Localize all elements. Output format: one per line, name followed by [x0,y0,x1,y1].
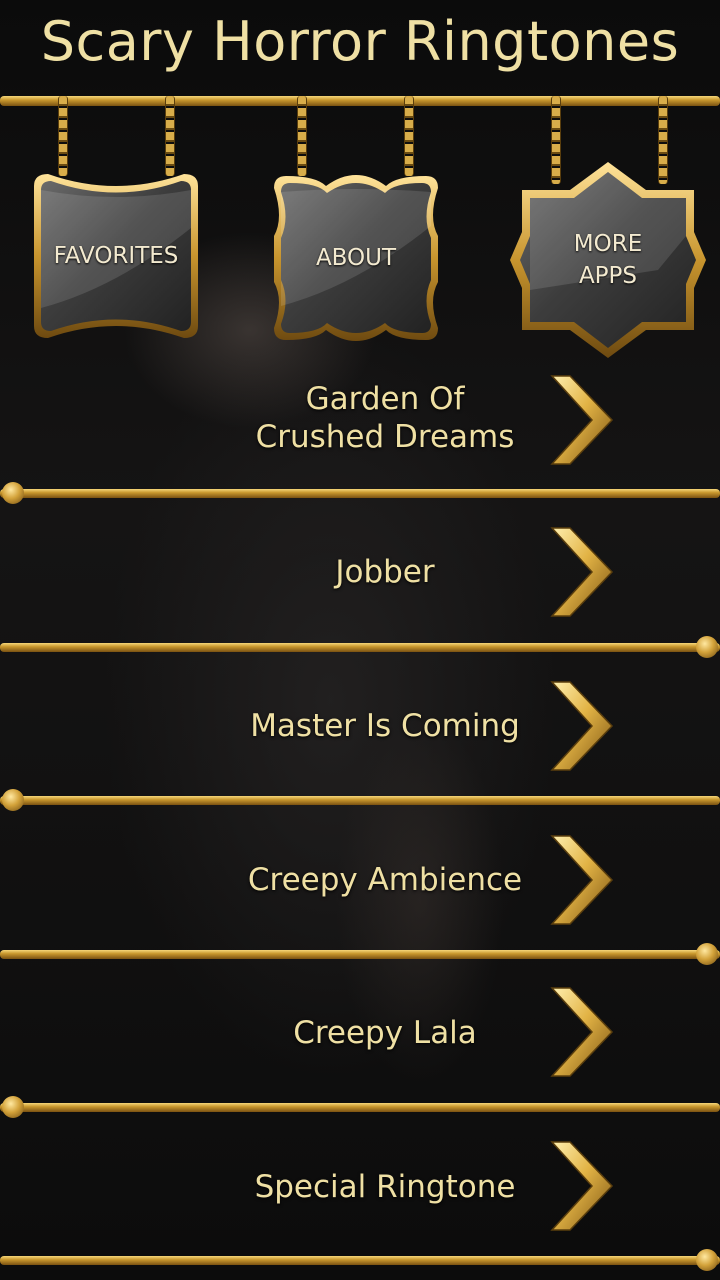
more-apps-label-line2: APPS [578,263,638,289]
chevron-right-icon[interactable] [548,524,614,620]
more-apps-label-line1: MORE [573,231,643,257]
divider-rail [0,789,720,811]
chevron-right-icon[interactable] [548,832,614,928]
chevron-right-icon[interactable] [548,372,614,468]
divider-rail [0,1096,720,1118]
favorites-button[interactable]: FAVORITES [26,168,206,344]
top-rail [0,96,720,106]
ringtone-title: Garden Of Crushed Dreams [255,381,515,455]
ringtone-title: Jobber [335,554,435,590]
divider-rail [0,482,720,504]
about-label: ABOUT [315,245,397,271]
ringtone-title: Special Ringtone [254,1169,516,1205]
ringtone-item[interactable]: Special Ringtone [0,1116,720,1266]
ringtone-item[interactable]: Master Is Coming [0,654,720,804]
divider-rail [0,943,720,965]
chain-decoration [404,96,414,176]
app-title: Scary Horror Ringtones [40,10,680,73]
ringtone-item[interactable]: Garden Of Crushed Dreams [0,350,720,500]
ringtone-title: Master Is Coming [250,708,520,744]
ringtone-title: Creepy Lala [293,1015,477,1051]
chain-decoration [165,96,175,176]
divider-rail [0,1249,720,1271]
rail-knob [696,1249,718,1271]
rail-knob [2,1096,24,1118]
ringtone-item[interactable]: Jobber [0,500,720,650]
chevron-right-icon[interactable] [548,1138,614,1234]
ringtone-title: Creepy Ambience [247,862,523,898]
favorites-label: FAVORITES [53,243,179,269]
chain-decoration [58,96,68,176]
chevron-right-icon[interactable] [548,984,614,1080]
divider-rail [0,636,720,658]
chevron-right-icon[interactable] [548,678,614,774]
chain-decoration [297,96,307,176]
ringtone-item[interactable]: Creepy Ambience [0,808,720,958]
ringtone-item[interactable]: Creepy Lala [0,962,720,1112]
about-button[interactable]: ABOUT [266,166,446,350]
more-apps-button[interactable]: MORE APPS [508,160,708,360]
